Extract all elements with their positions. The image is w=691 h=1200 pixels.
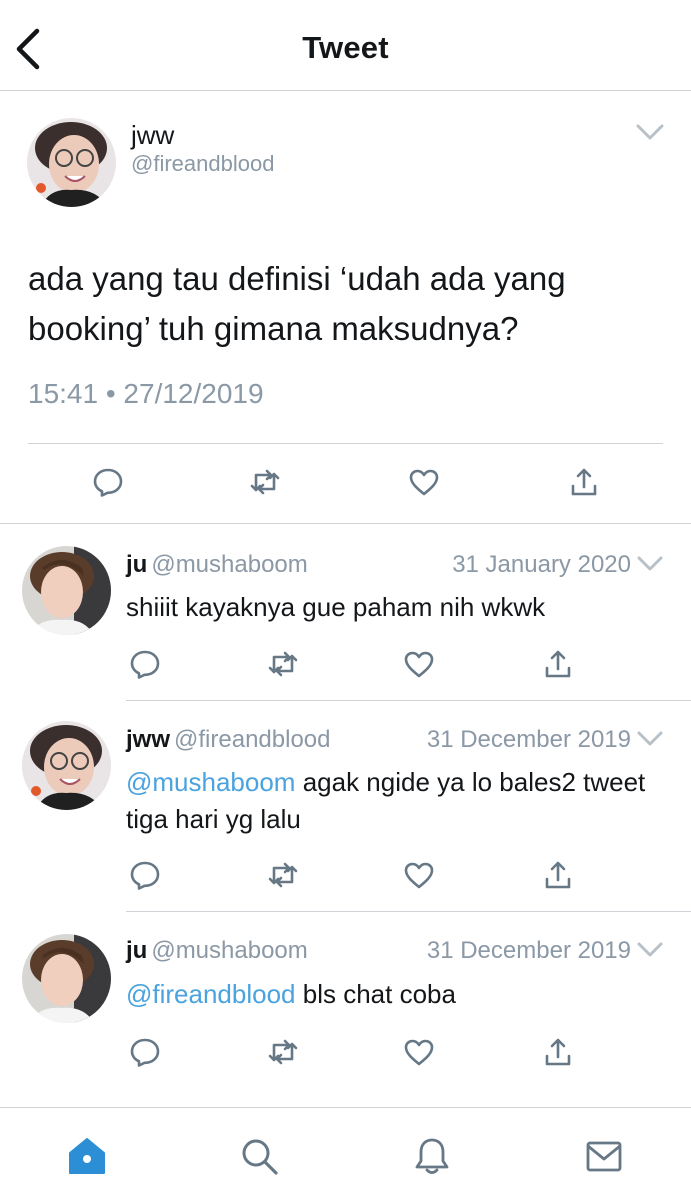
reply-tweet[interactable]: jww @fireandblood 31 December 2019 @musha… (0, 701, 691, 912)
chevron-down-icon (637, 942, 663, 957)
share-button[interactable] (566, 464, 602, 500)
tweet-actions (0, 857, 691, 897)
reply-date: 31 December 2019 (426, 937, 631, 964)
reply-button[interactable] (127, 646, 163, 682)
tweet-actions (0, 464, 691, 504)
share-icon (571, 468, 597, 496)
heart-icon (404, 1039, 434, 1066)
display-name[interactable]: jww (126, 726, 170, 753)
heart-icon (409, 469, 439, 496)
top-nav-bar: Tweet (0, 0, 691, 91)
mention-link[interactable]: @mushaboom (126, 767, 295, 797)
avatar[interactable] (22, 721, 111, 810)
reply-text: @fireandblood bls chat coba (126, 979, 456, 1009)
tweet-actions (0, 646, 691, 686)
comment-icon (130, 861, 160, 890)
retweet-icon (268, 651, 298, 677)
reply-tweet[interactable]: ju @mushaboom 31 January 2020 shiiit kaya… (0, 525, 691, 701)
mention-link[interactable]: @fireandblood (126, 979, 296, 1009)
chevron-down-icon (637, 556, 663, 571)
divider (28, 443, 663, 444)
tab-notifications[interactable] (410, 1134, 454, 1178)
reply-date: 31 January 2020 (452, 551, 631, 578)
tweet-options-button[interactable] (636, 941, 664, 959)
user-handle[interactable]: @mushaboom (151, 551, 307, 578)
user-handle[interactable]: @fireandblood (131, 151, 274, 177)
retweet-button[interactable] (265, 646, 301, 682)
share-button[interactable] (540, 1034, 576, 1070)
comment-icon (130, 1038, 160, 1067)
user-handle[interactable]: @fireandblood (174, 726, 330, 753)
tab-home[interactable] (65, 1134, 109, 1178)
reply-tweet[interactable]: ju @mushaboom 31 December 2019 @fireandbl… (0, 912, 691, 1107)
heart-icon (404, 651, 434, 678)
tab-search[interactable] (237, 1134, 281, 1178)
chevron-down-icon (636, 124, 664, 140)
search-icon (242, 1139, 278, 1175)
share-button[interactable] (540, 857, 576, 893)
retweet-button[interactable] (265, 857, 301, 893)
user-handle[interactable]: @mushaboom (151, 937, 307, 964)
reply-text: @mushaboom agak ngide ya lo bales2 tweet… (126, 767, 646, 834)
tweet-actions (0, 1034, 691, 1074)
bell-icon (415, 1138, 449, 1174)
share-button[interactable] (540, 646, 576, 682)
tweet-options-button[interactable] (636, 730, 664, 748)
like-button[interactable] (401, 857, 437, 893)
like-button[interactable] (406, 464, 442, 500)
retweet-icon (268, 862, 298, 888)
tweet-options-button[interactable] (635, 122, 665, 142)
chevron-down-icon (637, 731, 663, 746)
reply-button[interactable] (127, 857, 163, 893)
avatar[interactable] (22, 934, 111, 1023)
tweet-options-button[interactable] (636, 555, 664, 573)
display-name[interactable]: jww (131, 120, 174, 151)
retweet-button[interactable] (247, 464, 283, 500)
share-icon (545, 650, 571, 678)
page-title: Tweet (302, 30, 389, 65)
comment-icon (130, 650, 160, 679)
avatar[interactable] (22, 546, 111, 635)
mail-icon (586, 1141, 622, 1172)
display-name[interactable]: ju (126, 551, 147, 578)
display-name[interactable]: ju (126, 937, 147, 964)
reply-button[interactable] (127, 1034, 163, 1070)
like-button[interactable] (401, 1034, 437, 1070)
reply-date: 31 December 2019 (426, 726, 631, 753)
bottom-tab-bar (0, 1107, 691, 1200)
reply-button[interactable] (90, 464, 126, 500)
heart-icon (404, 862, 434, 889)
retweet-button[interactable] (265, 1034, 301, 1070)
tab-messages[interactable] (582, 1134, 626, 1178)
retweet-icon (268, 1039, 298, 1065)
like-button[interactable] (401, 646, 437, 682)
comment-icon (93, 468, 123, 497)
avatar[interactable] (27, 118, 116, 207)
share-icon (545, 861, 571, 889)
tweet-timestamp: 15:41 • 27/12/2019 (28, 378, 264, 409)
main-tweet: jww @fireandblood ada yang tau definisi … (0, 92, 691, 524)
home-icon (69, 1138, 105, 1174)
tweet-text: ada yang tau definisi ‘udah ada yang boo… (28, 260, 566, 347)
reply-text: shiiit kayaknya gue paham nih wkwk (126, 592, 546, 622)
share-icon (545, 1038, 571, 1066)
retweet-icon (250, 469, 280, 495)
